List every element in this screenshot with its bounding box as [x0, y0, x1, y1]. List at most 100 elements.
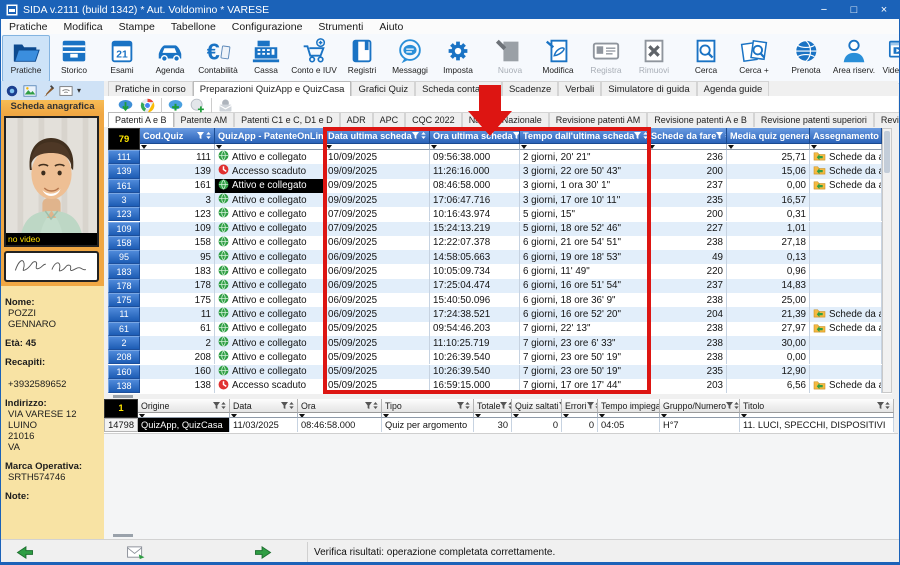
- menu-configurazione[interactable]: Configurazione: [224, 21, 311, 33]
- filter-sort-icons[interactable]: [877, 401, 891, 411]
- filter-sort-icons[interactable]: [500, 401, 512, 411]
- cell-ora-ultima[interactable]: 12:22:07.378: [430, 236, 520, 250]
- cell-schede-da-fare[interactable]: 238: [648, 236, 727, 250]
- cell-assegnamento[interactable]: [810, 250, 882, 264]
- column-header-data-ultima-scheda[interactable]: Data ultima scheda: [325, 128, 430, 144]
- row-index[interactable]: 2: [108, 336, 140, 350]
- cell-ora-ultima[interactable]: 09:56:38.000: [430, 150, 520, 164]
- cell-media-quiz[interactable]: 14,83: [727, 279, 810, 293]
- row-index[interactable]: 11: [108, 307, 140, 321]
- cell-assegnamento[interactable]: [810, 279, 882, 293]
- cell-data-ultima[interactable]: 06/09/2025: [325, 279, 430, 293]
- cell-data-ultima[interactable]: 07/09/2025: [325, 222, 430, 236]
- filter-sort-icons[interactable]: [365, 401, 379, 411]
- cell-media-quiz[interactable]: 12,90: [727, 365, 810, 379]
- row-index[interactable]: 158: [108, 236, 140, 250]
- column-header-quizapp-patenteonline[interactable]: QuizApp - PatenteOnLine: [215, 128, 325, 144]
- vertical-scrollbar[interactable]: [882, 128, 892, 393]
- tab-scadenze[interactable]: Scadenze: [502, 81, 558, 96]
- cell-schede-da-fare[interactable]: 237: [648, 279, 727, 293]
- cell-ora-ultima[interactable]: 17:06:47.716: [430, 193, 520, 207]
- cell-data-ultima[interactable]: 06/09/2025: [325, 250, 430, 264]
- cell-data-ultima[interactable]: 05/09/2025: [325, 379, 430, 393]
- cell-cod-quiz[interactable]: 3: [140, 193, 215, 207]
- cell-origine[interactable]: QuizApp, QuizCasa: [138, 418, 230, 432]
- image-icon[interactable]: [23, 84, 37, 98]
- row-index[interactable]: 175: [108, 293, 140, 307]
- cell-ora-ultima[interactable]: 11:10:25.719: [430, 336, 520, 350]
- cell-media-quiz[interactable]: 25,00: [727, 293, 810, 307]
- cell-cod-quiz[interactable]: 61: [140, 322, 215, 336]
- scrollbar-thumb[interactable]: [884, 131, 890, 173]
- cell-stato[interactable]: Attivo e collegato: [215, 350, 325, 364]
- cell-tempo[interactable]: 7 giorni, 22' 13": [520, 322, 648, 336]
- cell-assegnamento[interactable]: Schede da ass: [810, 322, 882, 336]
- row-index[interactable]: 95: [108, 250, 140, 264]
- cell-data-ultima[interactable]: 05/09/2025: [325, 365, 430, 379]
- filter-sort-icons[interactable]: [412, 132, 427, 139]
- cell-cod-quiz[interactable]: 95: [140, 250, 215, 264]
- cell-totale[interactable]: 30: [474, 418, 512, 432]
- cell-tempo[interactable]: 6 giorni, 19 ore 18' 53": [520, 250, 648, 264]
- row-index[interactable]: 123: [108, 207, 140, 221]
- cell-schede-da-fare[interactable]: 238: [648, 293, 727, 307]
- cell-assegnamento[interactable]: [810, 350, 882, 364]
- column-header-assegnamento-sche[interactable]: Assegnamento sche: [810, 128, 882, 144]
- cell-ora-ultima[interactable]: 09:54:46.203: [430, 322, 520, 336]
- cell-tempo[interactable]: 7 giorni, 23 ore 6' 33": [520, 336, 648, 350]
- cell-schede-da-fare[interactable]: 200: [648, 164, 727, 178]
- cell-schede-da-fare[interactable]: 204: [648, 307, 727, 321]
- messaggi-button[interactable]: Messaggi: [386, 35, 434, 82]
- tab-agenda-guide[interactable]: Agenda guide: [697, 81, 770, 96]
- row-index[interactable]: 160: [108, 365, 140, 379]
- cell-schede-da-fare[interactable]: 235: [648, 193, 727, 207]
- row-index[interactable]: 3: [108, 193, 140, 207]
- cell-cod-quiz[interactable]: 109: [140, 222, 215, 236]
- result-column-header-tempo-impiegato[interactable]: Tempo impiegato: [598, 399, 660, 413]
- cell-schede-da-fare[interactable]: 238: [648, 322, 727, 336]
- cell-data-ultima[interactable]: 05/09/2025: [325, 322, 430, 336]
- cell-media-quiz[interactable]: 0,31: [727, 207, 810, 221]
- cell-ora-ultima[interactable]: 11:26:16.000: [430, 164, 520, 178]
- cell-ora-ultima[interactable]: 10:05:09.734: [430, 264, 520, 278]
- cell-media-quiz[interactable]: 27,97: [727, 322, 810, 336]
- cell-media-quiz[interactable]: 0,00: [727, 350, 810, 364]
- imposta-button[interactable]: Imposta: [434, 35, 482, 82]
- result-column-header-data[interactable]: Data: [230, 399, 298, 413]
- cell-tempo[interactable]: 7 giorni, 17 ore 17' 44": [520, 379, 648, 393]
- menu-aiuto[interactable]: Aiuto: [371, 21, 411, 33]
- signature-pad-icon[interactable]: [41, 84, 55, 98]
- cell-assegnamento[interactable]: [810, 236, 882, 250]
- cell-tempo[interactable]: 3 giorni, 22 ore 50' 43": [520, 164, 648, 178]
- tab-preparazioni-quizapp-e-quizcasa[interactable]: Preparazioni QuizApp e QuizCasa: [193, 81, 352, 96]
- cell-stato[interactable]: Attivo e collegato: [215, 293, 325, 307]
- modifica-button[interactable]: Modifica: [534, 35, 582, 82]
- back-arrow-icon[interactable]: [15, 545, 35, 560]
- menu-stampe[interactable]: Stampe: [111, 21, 163, 33]
- filter-sort-icons[interactable]: [213, 401, 227, 411]
- cell-schede-da-fare[interactable]: 220: [648, 264, 727, 278]
- subtab-cqc-2022[interactable]: CQC 2022: [405, 112, 462, 127]
- result-row-index[interactable]: 14798: [104, 418, 138, 432]
- tab-grafici-quiz[interactable]: Grafici Quiz: [351, 81, 415, 96]
- filter-sort-icons[interactable]: [513, 132, 520, 139]
- menu-tabellone[interactable]: Tabellone: [163, 21, 224, 33]
- cell-gruppo-numero[interactable]: H°7: [660, 418, 740, 432]
- row-index[interactable]: 161: [108, 179, 140, 193]
- subtab-patenti-c1-e-c-d1-e-d[interactable]: Patenti C1 e C, D1 e D: [234, 112, 340, 127]
- cell-data-ultima[interactable]: 10/09/2025: [325, 150, 430, 164]
- cerca-button[interactable]: Cerca +: [730, 35, 778, 82]
- cell-ora-ultima[interactable]: 16:59:15.000: [430, 379, 520, 393]
- result-column-header-ora[interactable]: Ora: [298, 399, 382, 413]
- close-button[interactable]: ×: [869, 1, 899, 19]
- cell-cod-quiz[interactable]: 161: [140, 179, 215, 193]
- cell-tempo[interactable]: 2 giorni, 20' 21": [520, 150, 648, 164]
- cell-media-quiz[interactable]: 21,39: [727, 307, 810, 321]
- cell-media-quiz[interactable]: 1,01: [727, 222, 810, 236]
- cell-ora-ultima[interactable]: 10:16:43.974: [430, 207, 520, 221]
- row-index[interactable]: 208: [108, 350, 140, 364]
- result-column-header-totale[interactable]: Totale: [474, 399, 512, 413]
- horizontal-scrollbar-thumb[interactable]: [113, 395, 133, 398]
- result-column-header-errori[interactable]: Errori: [562, 399, 598, 413]
- cell-assegnamento[interactable]: [810, 293, 882, 307]
